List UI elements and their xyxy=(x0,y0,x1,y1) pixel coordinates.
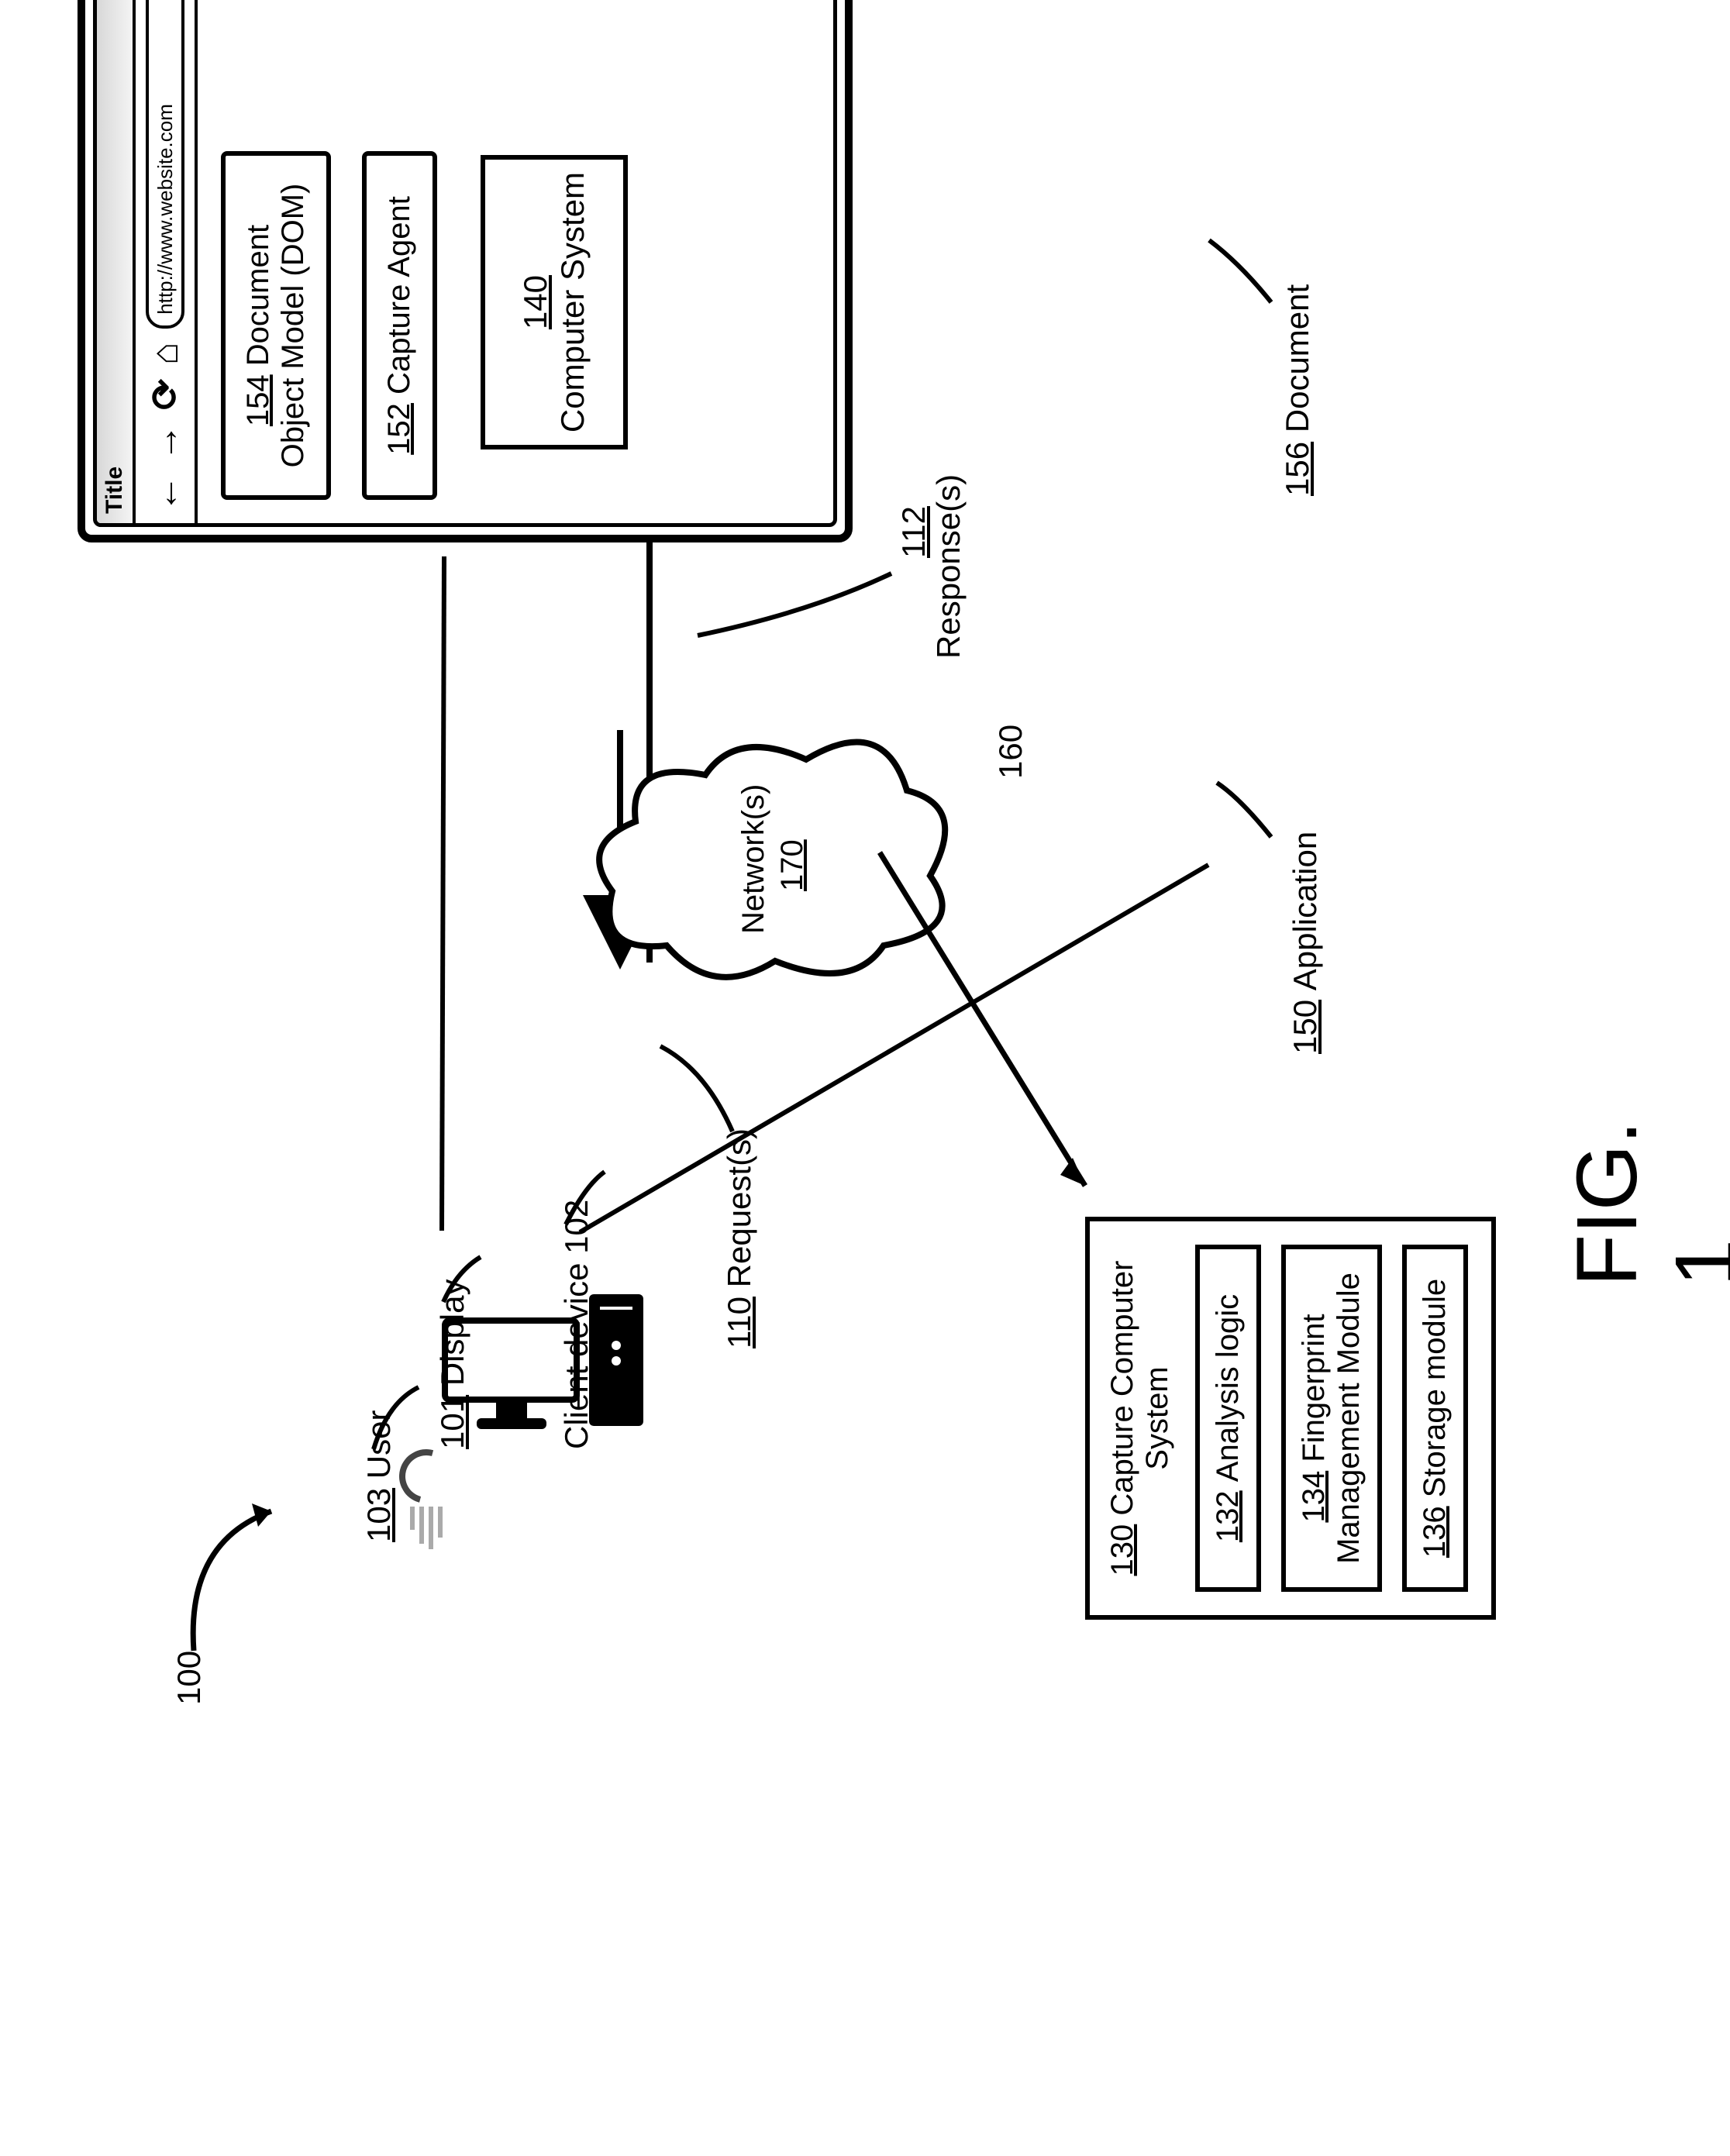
ref-100-arrow xyxy=(178,1496,295,1666)
fingerprint-module: 134 Fingerprint Management Module xyxy=(1281,1245,1382,1592)
capture-system-title: 130 Capture Computer System xyxy=(1105,1245,1175,1592)
url-field[interactable]: http://www.website.com xyxy=(146,0,184,329)
browser-title-text: Title xyxy=(102,467,128,514)
forward-icon[interactable]: → xyxy=(144,424,187,461)
storage-module: 136 Storage module xyxy=(1402,1245,1468,1592)
user-label: 103 User xyxy=(360,1410,398,1542)
capture-agent-module: 152 Capture Agent xyxy=(362,151,437,500)
response-ref: 112 xyxy=(895,506,932,558)
dom-module: 154 Document Object Model (DOM) xyxy=(221,151,331,500)
browser-titlebar: Title xyxy=(97,0,136,523)
home-icon[interactable]: ⌂ xyxy=(144,343,187,365)
figure-label: FIG. 1 xyxy=(1558,1114,1730,1286)
application-label: 150 Application xyxy=(1287,832,1324,1054)
figure-1-diagram: 100 103 User 101 Display Client device 1… xyxy=(0,0,1730,2156)
display-label: 101 Display xyxy=(434,1279,471,1449)
network-ref: 170 xyxy=(775,839,810,891)
ref-160: 160 xyxy=(992,725,1029,779)
document-label: 156 Document xyxy=(1279,284,1316,496)
url-text: http://www.website.com xyxy=(153,104,177,315)
browser-toolbar: ← → ⟳ ⌂ http://www.website.com xyxy=(136,0,198,523)
network-text: Network(s) xyxy=(736,784,771,934)
request-label: 110 Request(s) xyxy=(721,1128,758,1348)
client-device-label: Client device 102 xyxy=(558,1200,595,1449)
back-icon[interactable]: ← xyxy=(144,475,187,512)
client-tower xyxy=(589,1294,643,1426)
analysis-logic-module: 132 Analysis logic xyxy=(1195,1245,1261,1592)
response-label: Response(s) xyxy=(930,474,967,659)
reload-icon[interactable]: ⟳ xyxy=(143,379,187,410)
